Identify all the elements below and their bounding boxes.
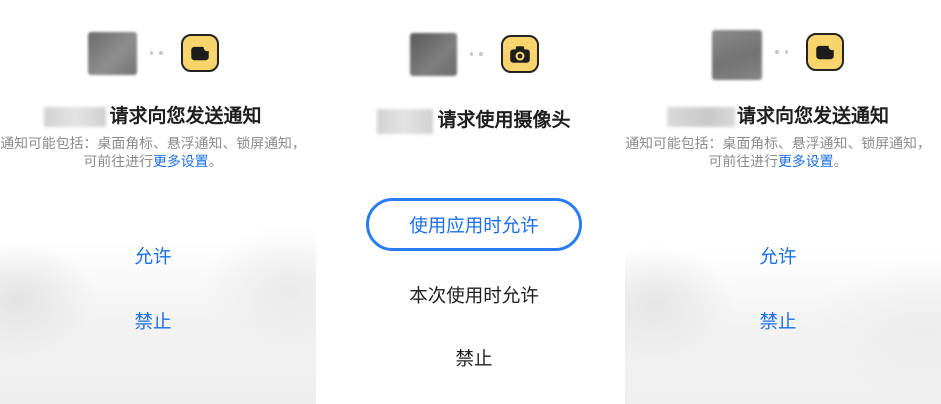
dots-separator (775, 50, 788, 54)
app-icon (409, 32, 457, 76)
description-text: 可前往进行 (708, 153, 778, 169)
icon-row (0, 31, 306, 75)
title-text: 请求使用摄像头 (437, 110, 571, 131)
description-text: 。 (208, 153, 223, 169)
notification-icon (806, 33, 844, 71)
icon-row (320, 32, 628, 76)
description-line-2: 可前往进行更多设置。 (0, 152, 306, 170)
dialog-title: 请求向您发送通知 (624, 106, 932, 128)
allow-this-time-button[interactable]: 本次使用时允许 (320, 284, 628, 308)
deny-button[interactable]: 禁止 (0, 310, 306, 334)
deny-button[interactable]: 禁止 (624, 310, 932, 334)
description-text: 。 (833, 153, 848, 169)
app-name-redacted (666, 107, 735, 127)
dot (469, 52, 473, 56)
notification-icon (180, 34, 219, 72)
camera-icon (500, 35, 539, 73)
description-line-2: 可前往进行更多设置。 (624, 152, 932, 170)
description-line-1: 通知可能包括：桌面角标、悬浮通知、锁屏通知， (0, 135, 306, 151)
description-text: 可前往进行 (83, 153, 153, 169)
app-name-redacted (44, 107, 107, 127)
allow-while-using-button[interactable]: 使用应用时允许 (366, 198, 582, 251)
app-icon (87, 31, 137, 75)
title-text: 请求向您发送通知 (109, 106, 262, 127)
more-settings-link[interactable]: 更多设置 (153, 153, 209, 169)
more-settings-link[interactable]: 更多设置 (778, 153, 834, 169)
dialog-title: 请求使用摄像头 (320, 108, 628, 134)
permission-dialogs-screen: 请求向您发送通知 通知可能包括：桌面角标、悬浮通知、锁屏通知， 可前往进行更多设… (0, 0, 941, 404)
notification-permission-dialog: 请求向您发送通知 通知可能包括：桌面角标、悬浮通知、锁屏通知， 可前往进行更多设… (0, 0, 306, 404)
notification-icon-glyph (816, 42, 837, 60)
notification-icon-glyph (190, 43, 211, 61)
camera-permission-dialog: 请求使用摄像头 使用应用时允许 本次使用时允许 禁止 (320, 0, 628, 404)
allow-button[interactable]: 允许 (624, 245, 932, 269)
dot (479, 52, 483, 56)
app-icon (712, 30, 762, 80)
dots-separator (149, 51, 163, 55)
dot (784, 50, 788, 54)
dot (149, 51, 153, 55)
deny-button[interactable]: 禁止 (320, 347, 628, 371)
dot (775, 50, 779, 54)
notification-permission-dialog: 请求向您发送通知 通知可能包括：桌面角标、悬浮通知、锁屏通知， 可前往进行更多设… (624, 0, 932, 404)
icon-row (624, 30, 932, 80)
dot (159, 51, 163, 55)
camera-icon-glyph (509, 46, 530, 63)
title-text: 请求向您发送通知 (736, 106, 889, 127)
description-line-1: 通知可能包括：桌面角标、悬浮通知、锁屏通知， (625, 135, 931, 151)
app-name-redacted (377, 108, 434, 134)
dialog-title: 请求向您发送通知 (0, 106, 306, 128)
allow-button[interactable]: 允许 (0, 245, 306, 269)
dots-separator (469, 52, 483, 56)
